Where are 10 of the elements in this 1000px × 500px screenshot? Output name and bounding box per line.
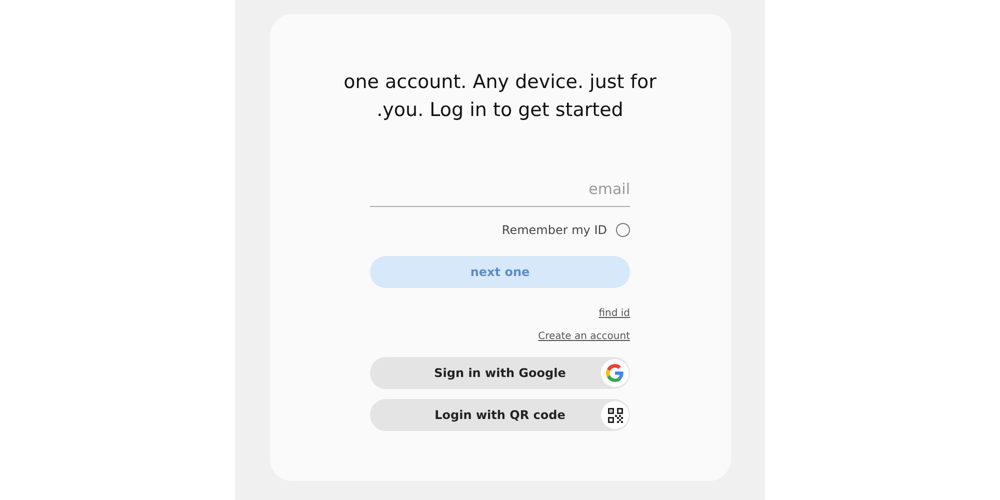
- find-id-link[interactable]: find id: [598, 308, 630, 319]
- google-sign-in-button[interactable]: Sign in with Google: [370, 357, 630, 389]
- google-icon: [606, 364, 624, 382]
- qr-code-icon: [608, 408, 622, 422]
- email-field[interactable]: email: [370, 174, 630, 207]
- remember-radio[interactable]: [616, 223, 630, 237]
- heading: one account. Any device. just for .you. Log in to get started: [342, 70, 658, 123]
- remember-label: Remember my ID: [502, 223, 607, 237]
- create-account-link[interactable]: Create an account: [538, 331, 630, 342]
- qr-login-button[interactable]: Login with QR code: [370, 399, 630, 431]
